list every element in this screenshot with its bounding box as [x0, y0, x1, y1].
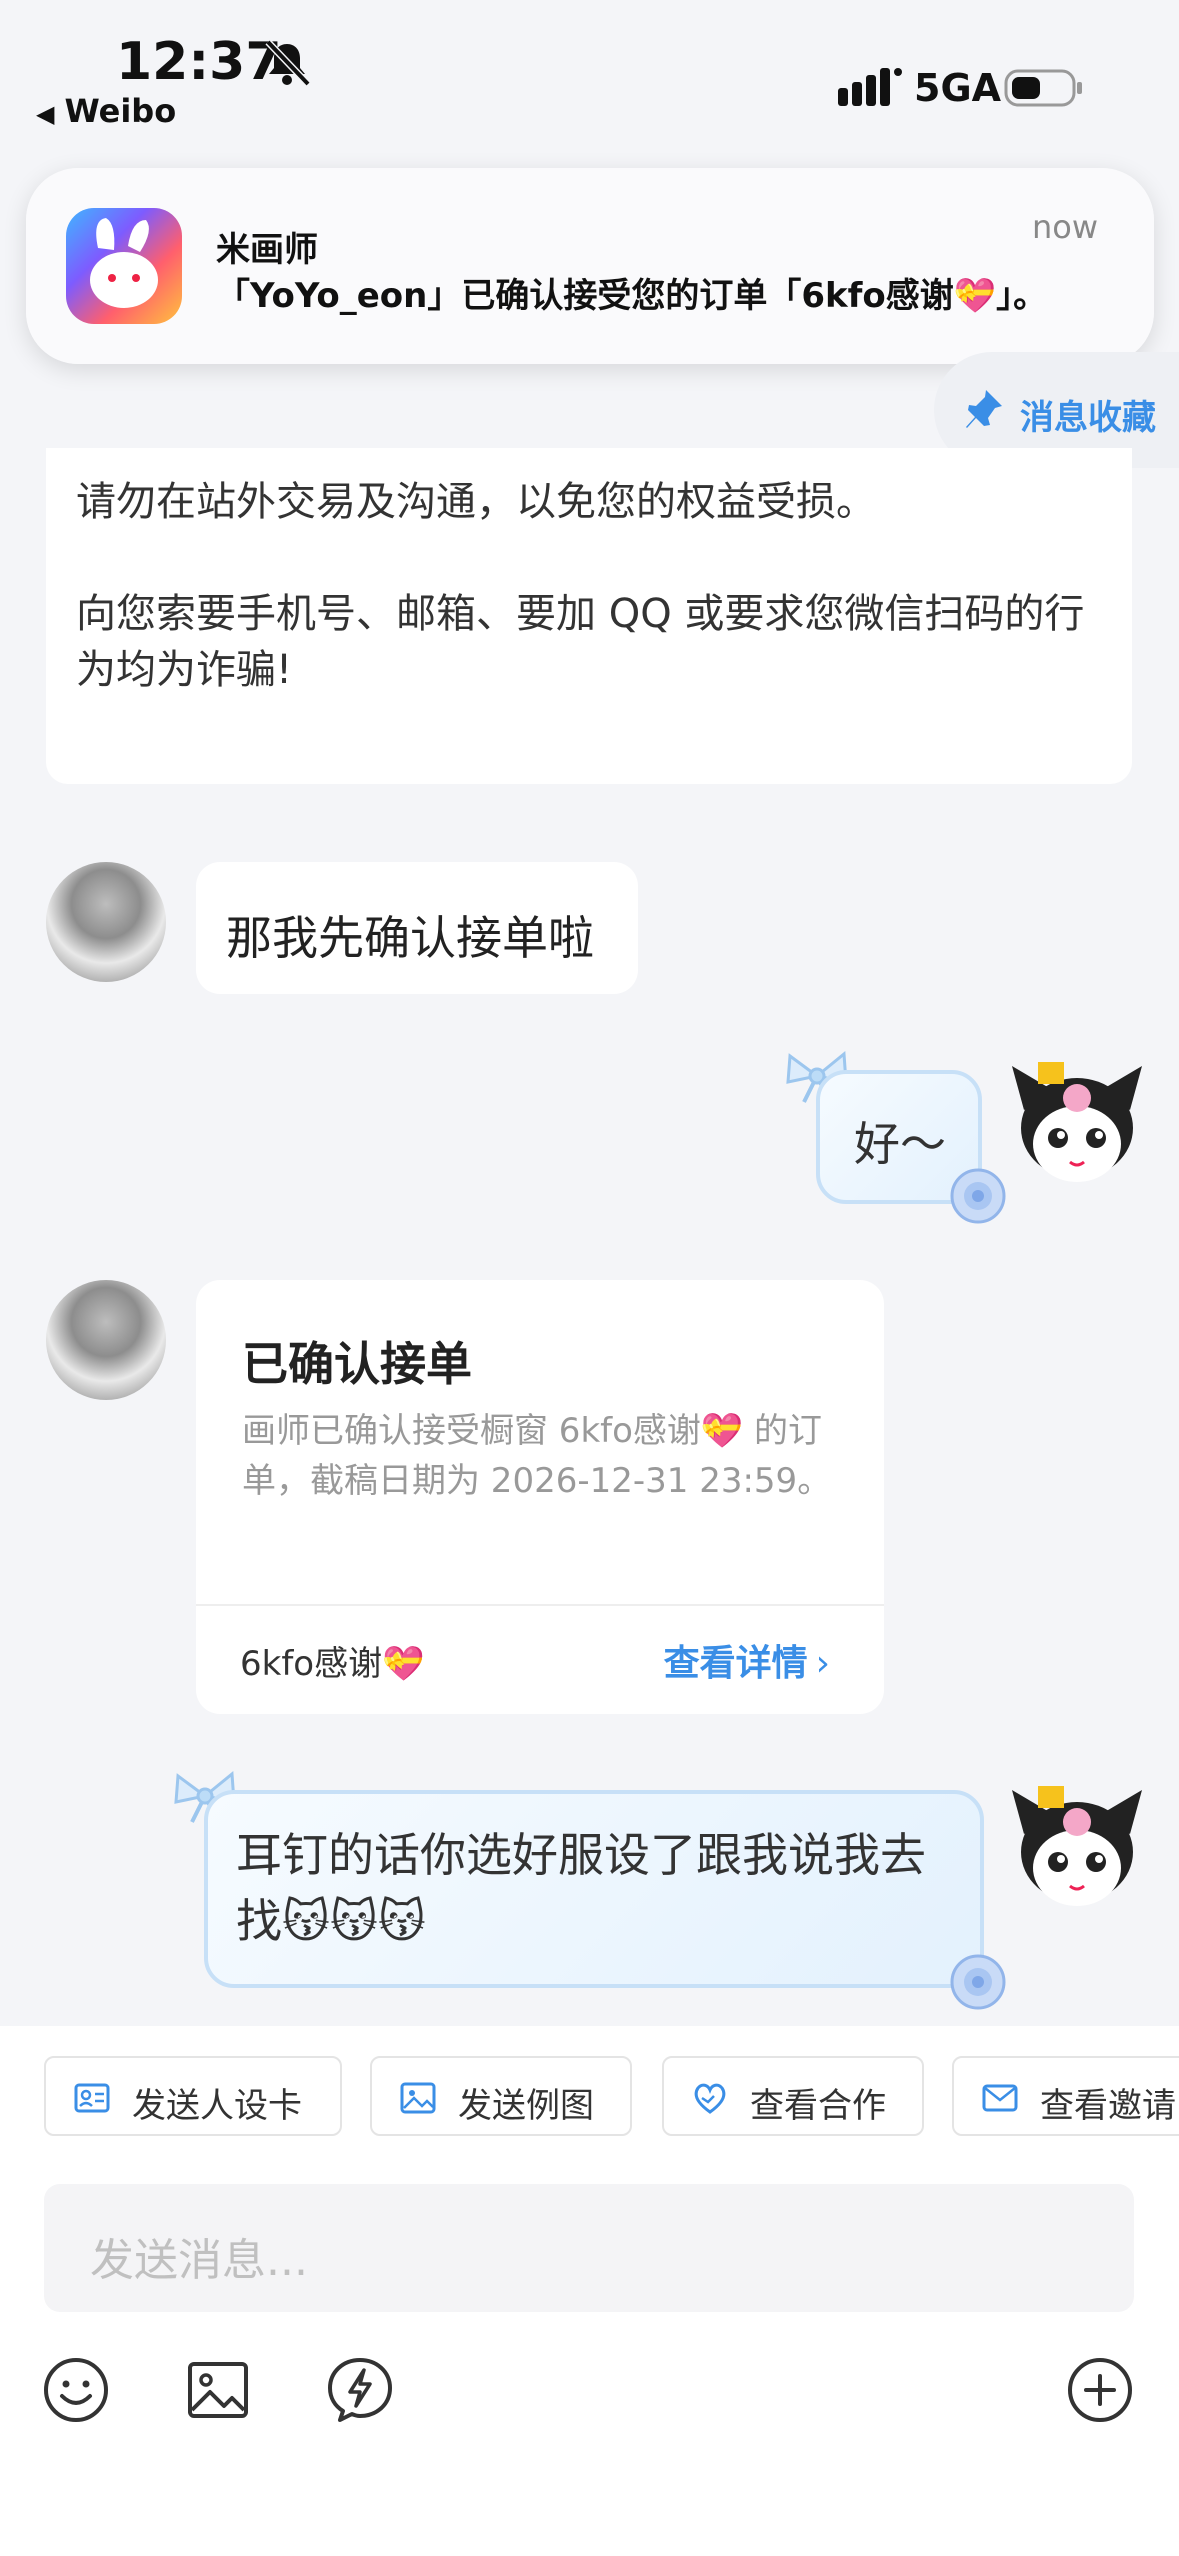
- flower-decoration-icon: [950, 1954, 1006, 2010]
- chip-label: 查看合作: [750, 2086, 886, 2126]
- view-collaboration-button[interactable]: 查看合作: [662, 2056, 924, 2136]
- order-card-title: 已确认接单: [242, 1337, 472, 1391]
- mihuashi-app-icon: [66, 208, 182, 324]
- send-example-image-button[interactable]: 发送例图: [370, 2056, 632, 2136]
- notification-time: now: [1031, 208, 1098, 246]
- anti-fraud-warning-card: 请勿在站外交易及沟通，以免您的权益受损。 向您索要手机号、邮箱、要加 QQ 或要…: [46, 448, 1132, 784]
- back-app-label: Weibo: [64, 92, 177, 130]
- chip-label: 查看邀请: [1040, 2086, 1176, 2126]
- message-input[interactable]: 发送消息...: [44, 2184, 1134, 2312]
- envelope-icon: [982, 2084, 1018, 2112]
- bell-off-icon: [265, 39, 311, 87]
- notification-title: 米画师: [216, 230, 318, 270]
- anti-fraud-warning-text: 请勿在站外交易及沟通，以免您的权益受损。 向您索要手机号、邮箱、要加 QQ 或要…: [76, 479, 1085, 693]
- kuromi-sticker-icon: [1002, 1776, 1152, 1926]
- message-input-placeholder: 发送消息...: [90, 2235, 308, 2286]
- lightning-icon[interactable]: [326, 2356, 394, 2424]
- chip-label: 发送人设卡: [132, 2086, 302, 2126]
- pin-icon: [966, 390, 1002, 428]
- status-time: 12:37: [116, 32, 282, 92]
- view-details-link[interactable]: 查看详情 ›: [664, 1634, 830, 1686]
- chip-label: 发送例图: [458, 2086, 594, 2126]
- push-notification[interactable]: 米画师 「YoYo_eon」已确认接受您的订单「6kfo感谢💝」。 now: [26, 168, 1154, 364]
- view-details-label: 查看详情: [663, 1643, 808, 1684]
- network-label: 5GA: [914, 66, 1002, 110]
- order-card-description: 画师已确认接受橱窗 6kfo感谢💝 的订单，截稿日期为 2026-12-31 2…: [242, 1411, 832, 1501]
- artist-avatar[interactable]: [46, 862, 166, 982]
- artist-avatar[interactable]: [46, 1280, 166, 1400]
- battery-icon: [1004, 69, 1082, 107]
- message-text: 那我先确认接单啦: [226, 911, 594, 965]
- image-icon[interactable]: [184, 2356, 252, 2424]
- status-bar: 12:37 ◀ Weibo 5GA: [0, 0, 1179, 150]
- back-arrow-icon: ◀: [36, 100, 55, 128]
- chat-bubble-incoming: 那我先确认接单啦: [196, 862, 638, 994]
- message-collect-label: 消息收藏: [1020, 398, 1156, 438]
- kuromi-sticker-icon: [1002, 1052, 1152, 1202]
- composer-panel: 发送人设卡 发送例图 查看合作 查看邀请 发送消息...: [0, 2026, 1179, 2556]
- notification-body: 「YoYo_eon」已确认接受您的订单「6kfo感谢💝」。: [216, 276, 1048, 316]
- divider: [196, 1604, 884, 1606]
- chat-bubble-outgoing: 耳钉的话你选好服设了跟我说我去找😽😽😽: [204, 1790, 984, 1988]
- emoji-icon[interactable]: [42, 2356, 110, 2424]
- message-text: 耳钉的话你选好服设了跟我说我去找😽😽😽: [236, 1828, 926, 1948]
- handshake-heart-icon: [694, 2083, 726, 2114]
- chevron-right-icon: ›: [815, 1643, 830, 1684]
- view-invitation-button[interactable]: 查看邀请: [952, 2056, 1179, 2136]
- image-icon: [400, 2082, 436, 2114]
- order-confirmation-card[interactable]: 已确认接单 画师已确认接受橱窗 6kfo感谢💝 的订单，截稿日期为 2026-1…: [196, 1280, 884, 1714]
- message-text: 好～: [854, 1117, 946, 1171]
- id-card-icon: [74, 2083, 110, 2113]
- back-to-app-link[interactable]: ◀ Weibo: [36, 92, 176, 130]
- order-card-name: 6kfo感谢💝: [240, 1644, 425, 1684]
- plus-icon[interactable]: [1066, 2356, 1134, 2424]
- signal-icon: [838, 68, 902, 106]
- send-character-card-button[interactable]: 发送人设卡: [44, 2056, 342, 2136]
